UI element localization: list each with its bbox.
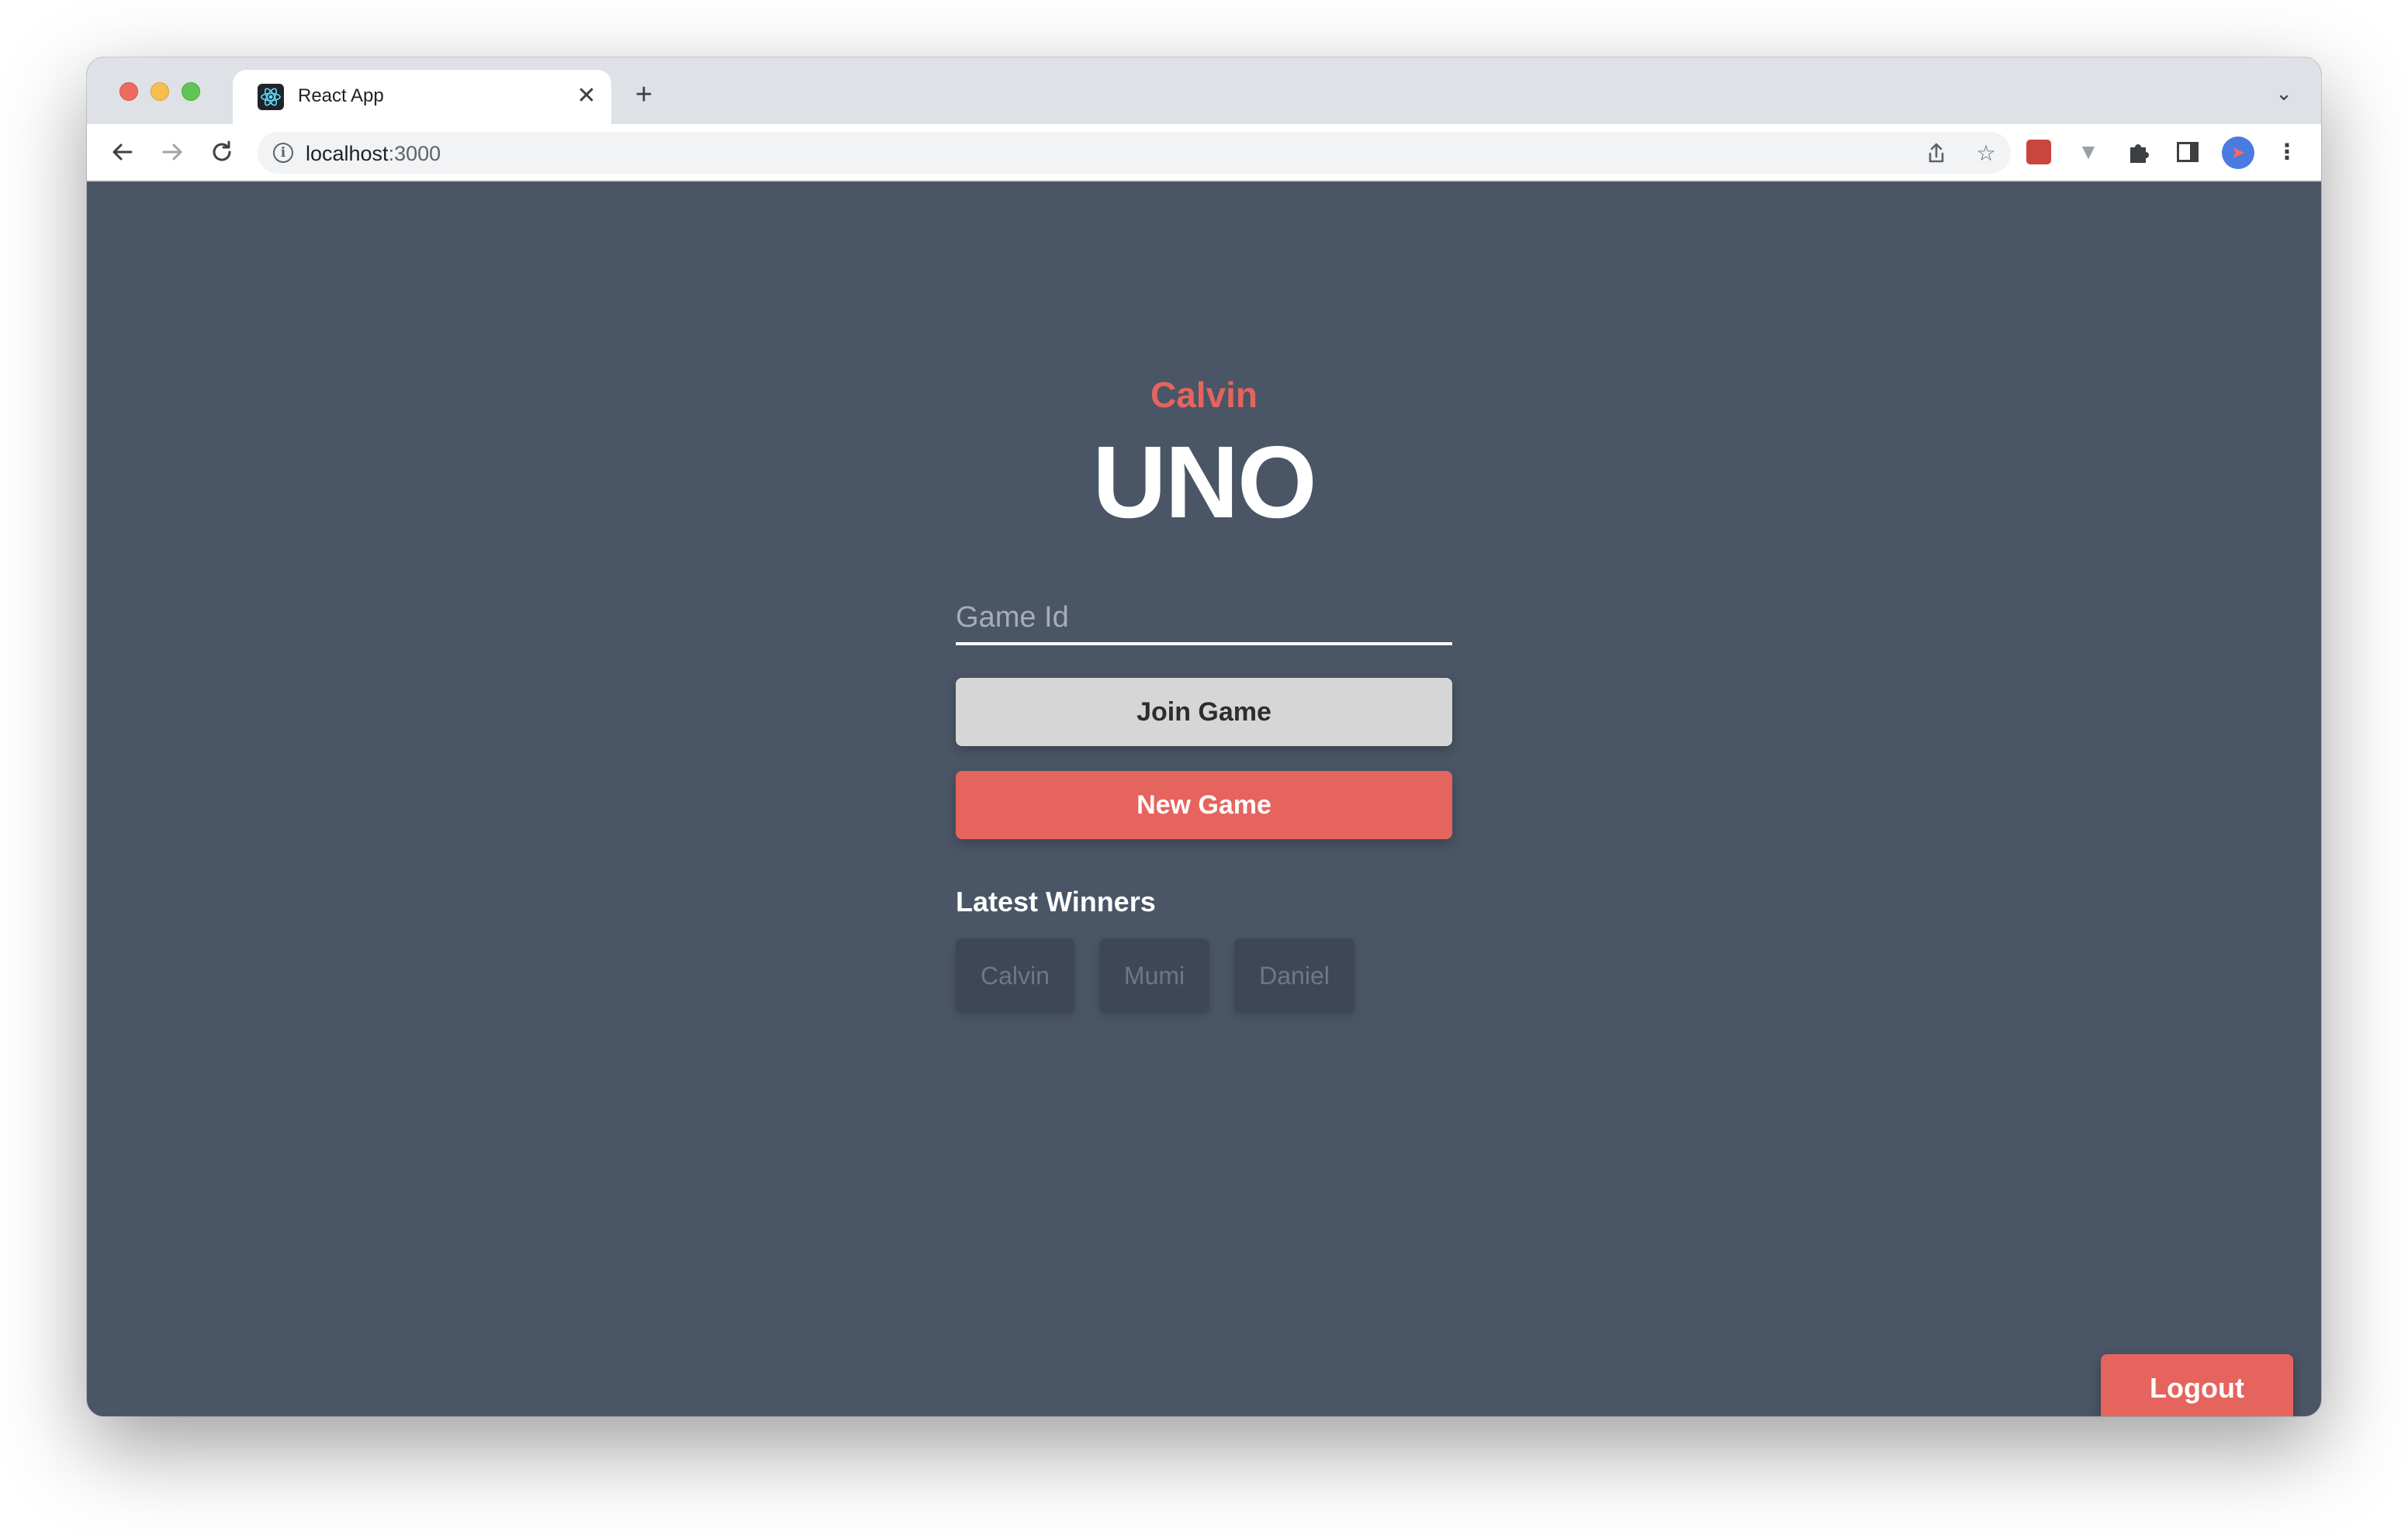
forward-arrow-icon[interactable]: [155, 135, 189, 169]
close-tab-icon[interactable]: ✕: [573, 81, 600, 112]
tab-strip: React App ✕ + ⌄: [87, 57, 2321, 124]
back-arrow-icon[interactable]: [106, 135, 140, 169]
react-logo-icon: [258, 84, 284, 110]
browser-tab[interactable]: React App ✕: [233, 70, 611, 124]
maximize-window-button[interactable]: [182, 82, 200, 101]
logout-button[interactable]: Logout: [2101, 1354, 2293, 1416]
tab-search-chevron-icon[interactable]: ⌄: [2268, 78, 2299, 109]
address-bar[interactable]: i localhost:3000 ☆: [258, 132, 2011, 174]
winner-chip: Calvin: [956, 938, 1074, 1013]
browser-toolbar: i localhost:3000 ☆ ▼ ➤ ⋮: [87, 124, 2321, 181]
share-icon[interactable]: [1921, 138, 1952, 169]
side-panel-icon[interactable]: [2172, 137, 2203, 168]
join-game-button[interactable]: Join Game: [956, 678, 1452, 746]
tab-title: React App: [298, 85, 384, 106]
star-icon[interactable]: ☆: [1970, 138, 2001, 169]
uno-page: Calvin UNO Join Game New Game Latest Win…: [87, 181, 2321, 1416]
extensions-icon[interactable]: [2123, 137, 2154, 168]
page-title: UNO: [1092, 425, 1316, 539]
player-name: Calvin: [1150, 375, 1258, 415]
new-tab-icon[interactable]: +: [627, 78, 661, 112]
winners-list: Calvin Mumi Daniel: [956, 938, 1354, 1013]
reload-icon[interactable]: [205, 135, 239, 169]
close-window-button[interactable]: [119, 82, 138, 101]
url-text: localhost:3000: [306, 142, 441, 165]
latest-winners-heading: Latest Winners: [956, 886, 1156, 918]
profile-avatar[interactable]: ➤: [2222, 137, 2254, 169]
winner-chip: Mumi: [1098, 938, 1210, 1013]
vue-devtools-icon[interactable]: ▼: [2073, 137, 2104, 168]
info-icon[interactable]: i: [273, 143, 293, 163]
minimize-window-button[interactable]: [150, 82, 169, 101]
game-id-input[interactable]: [956, 593, 1452, 645]
winner-chip: Daniel: [1234, 938, 1354, 1013]
more-menu-icon[interactable]: ⋮: [2271, 137, 2302, 168]
new-game-button[interactable]: New Game: [956, 771, 1452, 839]
extension-puzzle-game-icon[interactable]: [2023, 137, 2054, 168]
browser-window: React App ✕ + ⌄ i localhost:3000 ☆ ▼ ➤ ⋮…: [87, 57, 2321, 1416]
